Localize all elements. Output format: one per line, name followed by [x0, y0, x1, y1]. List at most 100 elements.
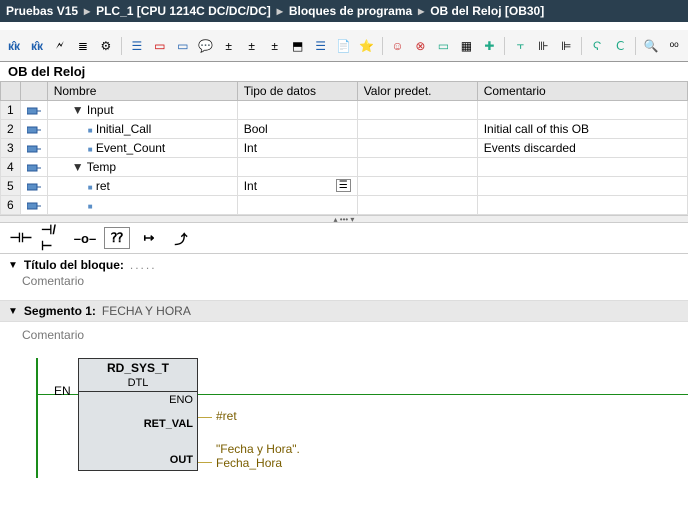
out-value-db[interactable]: "Fecha y Hora". — [216, 442, 300, 456]
tool-icon[interactable]: к̂к — [27, 36, 47, 56]
tool-icon[interactable]: ▭ — [173, 36, 193, 56]
caret-down-icon[interactable]: ▼ — [8, 306, 18, 317]
cell-name[interactable]: ■ Initial_Call — [47, 120, 237, 139]
cell-default[interactable] — [357, 139, 477, 158]
cell-default[interactable] — [357, 177, 477, 196]
tool-icon[interactable]: 🔍 — [641, 36, 661, 56]
col-default[interactable]: Valor predet. — [357, 82, 477, 101]
lad-coil[interactable]: –o– — [72, 227, 98, 249]
table-splitter[interactable]: ▴ ••• ▾ — [0, 215, 688, 223]
pin-icon[interactable] — [20, 120, 47, 139]
cell-comment[interactable]: Initial call of this OB — [477, 120, 687, 139]
tool-icon[interactable]: ≣ — [73, 36, 93, 56]
table-row[interactable]: 2■ Initial_CallBoolInitial call of this … — [1, 120, 688, 139]
block-title-value[interactable]: ..... — [130, 258, 157, 272]
cell-name[interactable]: ■ ret — [47, 177, 237, 196]
segment-desc[interactable]: FECHA Y HORA — [102, 304, 191, 318]
cell-name[interactable]: ■ Event_Count — [47, 139, 237, 158]
pin-icon[interactable] — [20, 158, 47, 177]
segment-header[interactable]: ▼ Segmento 1: FECHA Y HORA — [0, 300, 688, 322]
tool-icon[interactable]: ☺ — [388, 36, 408, 56]
table-row[interactable]: 4▼ Temp — [1, 158, 688, 177]
cell-default[interactable] — [357, 158, 477, 177]
cell-comment[interactable] — [477, 177, 687, 196]
lad-branch-open[interactable]: ↦ — [136, 227, 162, 249]
breadcrumb-item[interactable]: OB del Reloj [OB30] — [430, 4, 544, 18]
cell-comment[interactable] — [477, 158, 687, 177]
lad-contact-nc[interactable]: ⊣/⊢ — [40, 227, 66, 249]
table-row[interactable]: 5■ retInt☰ — [1, 177, 688, 196]
fb-block[interactable]: RD_SYS_T DTL ENO RET_VAL OUT — [78, 358, 198, 471]
cell-comment[interactable] — [477, 101, 687, 120]
out-value-var[interactable]: Fecha_Hora — [216, 456, 282, 470]
tool-icon[interactable]: ⊫ — [556, 36, 576, 56]
tool-icon[interactable]: ⭐ — [357, 36, 377, 56]
caret-down-icon[interactable]: ▼ — [8, 260, 18, 271]
tool-icon[interactable]: ± — [219, 36, 239, 56]
tool-icon[interactable]: ⫟ — [510, 36, 530, 56]
col-name[interactable]: Nombre — [47, 82, 237, 101]
tool-icon[interactable]: ✚ — [479, 36, 499, 56]
cell-name[interactable]: ■ — [47, 196, 237, 215]
variable-table: Nombre Tipo de datos Valor predet. Comen… — [0, 81, 688, 215]
table-row[interactable]: 1 ▼ Input — [1, 101, 688, 120]
lad-empty-box[interactable]: ⁇ — [104, 227, 130, 249]
cell-type[interactable] — [237, 196, 357, 215]
cell-name[interactable]: ▼ Temp — [47, 158, 237, 177]
lad-contact-no[interactable]: ⊣⊢ — [8, 227, 34, 249]
cell-type[interactable] — [237, 101, 357, 120]
tool-icon[interactable]: 💬 — [196, 36, 216, 56]
breadcrumb-item[interactable]: Pruebas V15 — [6, 4, 78, 18]
tool-icon[interactable]: ▭ — [150, 36, 170, 56]
block-comment[interactable]: Comentario — [8, 272, 680, 296]
tool-icon[interactable]: ▦ — [456, 36, 476, 56]
cell-default[interactable] — [357, 120, 477, 139]
pin-icon[interactable] — [20, 177, 47, 196]
col-type[interactable]: Tipo de datos — [237, 82, 357, 101]
table-row[interactable]: 6■ — [1, 196, 688, 215]
cell-type[interactable]: Bool — [237, 120, 357, 139]
cell-type[interactable] — [237, 158, 357, 177]
tool-icon[interactable]: ☰ — [127, 36, 147, 56]
toolbar-sep — [121, 37, 122, 55]
segment-label: Segmento 1: — [24, 304, 96, 318]
breadcrumb-item[interactable]: PLC_1 [CPU 1214C DC/DC/DC] — [96, 4, 271, 18]
tool-icon[interactable]: 📄 — [334, 36, 354, 56]
tool-icon[interactable]: к̂к — [4, 36, 24, 56]
cell-type[interactable]: Int☰ — [237, 177, 357, 196]
row-number: 1 — [1, 101, 21, 120]
type-picker-icon[interactable]: ☰ — [336, 179, 351, 192]
table-row[interactable]: 3■ Event_CountIntEvents discarded — [1, 139, 688, 158]
main-toolbar: к̂к к̂к 🗲 ≣ ⚙ ☰ ▭ ▭ 💬 ± ± ± ⬒ ☰ 📄 ⭐ ☺ ⊗ … — [0, 30, 688, 62]
tool-icon[interactable]: ☰ — [311, 36, 331, 56]
cell-default[interactable] — [357, 196, 477, 215]
tool-icon[interactable]: ± — [265, 36, 285, 56]
cell-comment[interactable]: Events discarded — [477, 139, 687, 158]
tool-icon[interactable]: Ϛ — [587, 36, 607, 56]
col-comment[interactable]: Comentario — [477, 82, 687, 101]
cell-name[interactable]: ▼ Input — [47, 101, 237, 120]
pin-icon[interactable] — [20, 139, 47, 158]
lad-branch-close[interactable]: ⤴ — [168, 227, 194, 249]
segment-comment[interactable]: Comentario — [8, 326, 680, 350]
tool-icon[interactable]: ▭ — [433, 36, 453, 56]
tool-icon[interactable]: ᵒᵒ — [664, 36, 684, 56]
retval-value[interactable]: #ret — [216, 409, 237, 423]
tool-icon[interactable]: ⊗ — [410, 36, 430, 56]
cell-type[interactable]: Int — [237, 139, 357, 158]
breadcrumb-item[interactable]: Bloques de programa — [289, 4, 412, 18]
tool-icon[interactable]: ⚙ — [96, 36, 116, 56]
wire-param — [198, 462, 212, 463]
en-label: EN — [54, 384, 71, 398]
cell-default[interactable] — [357, 101, 477, 120]
tool-icon[interactable]: ⬒ — [288, 36, 308, 56]
pin-icon[interactable] — [20, 196, 47, 215]
tool-icon[interactable]: ⊪ — [533, 36, 553, 56]
tool-icon[interactable]: 🗲 — [50, 36, 70, 56]
row-marker-icon: ▼ — [72, 103, 84, 117]
tool-icon[interactable]: Ⅽ — [610, 36, 630, 56]
pin-icon[interactable] — [20, 101, 47, 120]
tool-icon[interactable]: ± — [242, 36, 262, 56]
col-num — [1, 82, 21, 101]
cell-comment[interactable] — [477, 196, 687, 215]
